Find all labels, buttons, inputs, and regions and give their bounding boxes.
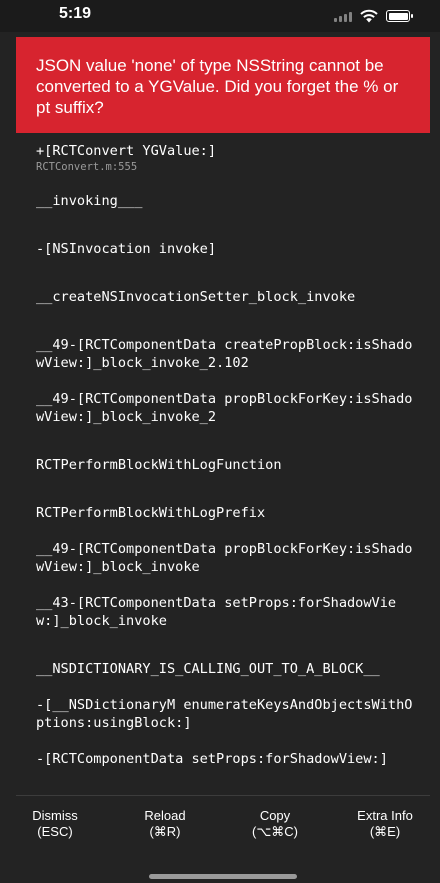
reload-label: Reload (144, 808, 186, 823)
error-banner: JSON value 'none' of type NSString canno… (16, 37, 430, 133)
redbox-toolbar: Dismiss (ESC) Reload (⌘R) Copy (⌥⌘C) Ext… (0, 808, 440, 848)
stack-frame[interactable]: +[RCTConvert YGValue:] RCTConvert.m:555 (36, 142, 418, 174)
stack-frame[interactable]: __49-[RCTComponentData createPropBlock:i… (36, 336, 418, 372)
stack-frame-method: RCTPerformBlockWithLogFunction (36, 457, 282, 473)
stack-frame[interactable]: -[NSInvocation invoke] (36, 240, 418, 258)
stack-frame-file: RCTConvert.m:555 (36, 161, 138, 173)
redbox-screen: 5:19 JSON value 'none' of type NSString … (0, 0, 440, 883)
stack-frame[interactable]: __49-[RCTComponentData propBlockForKey:i… (36, 540, 418, 576)
stack-frame-method: RCTPerformBlockWithLogPrefix (36, 505, 266, 521)
extra-info-shortcut: (⌘E) (369, 824, 401, 839)
stack-frame-method: __43-[RCTComponentData setProps:forShado… (36, 595, 397, 629)
stack-frame-method: __49-[RCTComponentData propBlockForKey:i… (36, 391, 413, 425)
toolbar-divider (16, 795, 430, 796)
error-message: JSON value 'none' of type NSString canno… (36, 56, 399, 117)
reload-button[interactable]: Reload (⌘R) (110, 808, 220, 848)
status-bar: 5:19 (0, 0, 440, 32)
stack-frame-method: -[NSInvocation invoke] (36, 241, 217, 257)
stack-frame[interactable]: __NSDICTIONARY_IS_CALLING_OUT_TO_A_BLOCK… (36, 660, 418, 678)
stack-frame-method: -[RCTComponentData setProps:forShadowVie… (36, 751, 388, 767)
copy-button[interactable]: Copy (⌥⌘C) (220, 808, 330, 848)
extra-info-button[interactable]: Extra Info (⌘E) (330, 808, 440, 848)
stack-frame-method: __49-[RCTComponentData createPropBlock:i… (36, 337, 413, 371)
stack-frame-method: __49-[RCTComponentData propBlockForKey:i… (36, 541, 413, 575)
stack-trace-list[interactable]: +[RCTConvert YGValue:] RCTConvert.m:555 __… (36, 142, 418, 794)
dismiss-label: Dismiss (32, 808, 78, 823)
battery-icon (386, 10, 413, 22)
stack-frame-method: +[RCTConvert YGValue:] (36, 143, 217, 159)
home-indicator (149, 874, 297, 879)
stack-frame[interactable]: -[__NSDictionaryM enumerateKeysAndObject… (36, 696, 418, 732)
stack-frame-method: __invoking___ (36, 193, 143, 209)
dismiss-button[interactable]: Dismiss (ESC) (0, 808, 110, 848)
wifi-icon (360, 9, 378, 23)
cellular-signal-icon (334, 10, 352, 22)
status-time: 5:19 (59, 5, 92, 22)
stack-frame[interactable]: -[RCTComponentData setProps:forShadowVie… (36, 750, 418, 768)
stack-frame[interactable]: __49-[RCTComponentData propBlockForKey:i… (36, 390, 418, 426)
stack-frame-method: __NSDICTIONARY_IS_CALLING_OUT_TO_A_BLOCK… (36, 661, 380, 677)
copy-shortcut: (⌥⌘C) (251, 824, 299, 839)
stack-frame-method: -[__NSDictionaryM enumerateKeysAndObject… (36, 697, 413, 731)
extra-info-label: Extra Info (357, 808, 413, 823)
dismiss-shortcut: (ESC) (37, 824, 73, 839)
stack-frame[interactable]: RCTPerformBlockWithLogPrefix (36, 504, 418, 522)
stack-frame[interactable]: RCTPerformBlockWithLogFunction (36, 456, 418, 474)
stack-frame[interactable]: __invoking___ (36, 192, 418, 210)
copy-label: Copy (259, 808, 291, 823)
stack-frame-method: __createNSInvocationSetter_block_invoke (36, 289, 356, 305)
status-icons (334, 9, 413, 23)
stack-frame[interactable]: __43-[RCTComponentData setProps:forShado… (36, 594, 418, 630)
reload-shortcut: (⌘R) (149, 824, 181, 839)
stack-frame[interactable]: __createNSInvocationSetter_block_invoke (36, 288, 418, 306)
